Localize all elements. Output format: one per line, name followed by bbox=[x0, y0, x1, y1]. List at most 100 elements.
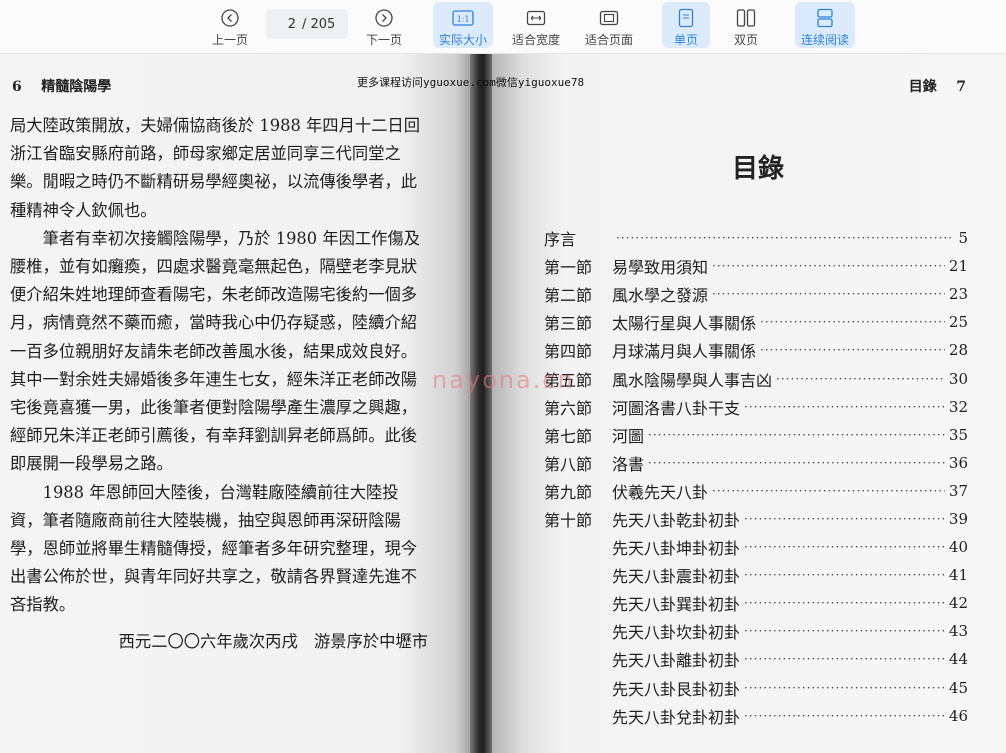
toc-leader-dots bbox=[744, 681, 945, 695]
toc-section: 第四節 bbox=[544, 342, 593, 362]
toc-row: 先天八卦巽卦初卦 42 bbox=[544, 589, 968, 617]
toc-entry-title: 先天八卦坤卦初卦 bbox=[612, 539, 741, 559]
left-page-header: 6 精髓陰陽學 bbox=[12, 76, 111, 96]
right-running-title: 目錄 bbox=[908, 79, 937, 95]
left-page-number: 6 bbox=[12, 79, 22, 95]
toc-row: 第五節風水陰陽學與人事吉凶30 bbox=[544, 364, 968, 392]
fit-width-button[interactable]: 适合宽度 bbox=[507, 2, 565, 48]
toc-row: 第四節月球滿月與人事關係 28 bbox=[544, 336, 968, 364]
toc-section: 序言 bbox=[544, 230, 577, 250]
toc-page-number: 36 bbox=[948, 453, 968, 472]
toc-page-number: 45 bbox=[948, 678, 968, 697]
toc-leader-dots bbox=[744, 652, 945, 666]
single-page-label: 单页 bbox=[673, 33, 698, 47]
left-running-title: 精髓陰陽學 bbox=[41, 79, 112, 95]
next-page-button[interactable]: 下一页 bbox=[359, 2, 409, 48]
toc-entry-title: 先天八卦震卦初卦 bbox=[612, 567, 741, 587]
paragraph-1: 局大陸政策開放，夫婦倆協商後於 1988 年四月十二日回浙江省臨安縣府前路，師母… bbox=[10, 116, 420, 220]
toc-section: 第八節 bbox=[544, 454, 593, 474]
toc-row: 先天八卦離卦初卦 44 bbox=[544, 645, 968, 673]
toc-leader-dots bbox=[744, 540, 945, 554]
toc-entry-title: 先天八卦坎卦初卦 bbox=[612, 623, 741, 643]
toc-row: 先天八卦兌卦初卦 46 bbox=[544, 702, 968, 730]
continuous-reading-label: 连续阅读 bbox=[800, 33, 849, 47]
toc-leader-dots bbox=[760, 315, 945, 329]
toc-entry-title: 洛書 bbox=[612, 454, 645, 474]
center-watermark: nayona.cn bbox=[432, 366, 575, 394]
fit-page-button[interactable]: 适合页面 bbox=[580, 2, 638, 48]
current-page-input[interactable] bbox=[266, 16, 296, 32]
toc-leader-dots bbox=[744, 568, 945, 582]
toc-row: 第十節先天八卦乾卦初卦 39 bbox=[544, 505, 968, 533]
toc-page-number: 30 bbox=[948, 369, 968, 388]
toc-row: 第七節河圖 35 bbox=[544, 421, 968, 449]
toc-leader-dots bbox=[760, 343, 945, 357]
page-number-box: / 205 bbox=[266, 9, 348, 39]
actual-size-button[interactable]: 1:1 实际大小 bbox=[433, 2, 493, 48]
toc-page-number: 43 bbox=[948, 622, 968, 641]
toc-row: 先天八卦坎卦初卦 43 bbox=[544, 617, 968, 645]
toc-leader-dots bbox=[744, 709, 945, 723]
toc-entry-title: 先天八卦艮卦初卦 bbox=[612, 679, 741, 699]
total-pages: / 205 bbox=[302, 16, 336, 32]
toc-row: 先天八卦坤卦初卦 40 bbox=[544, 533, 968, 561]
prev-page-button[interactable]: 上一页 bbox=[205, 2, 255, 48]
toc-entry-title: 易學致用須知 bbox=[612, 258, 709, 278]
toc-entry-title: 先天八卦巽卦初卦 bbox=[612, 595, 741, 615]
toc-row: 第九節伏羲先天八卦 37 bbox=[544, 477, 968, 505]
toc-page-number: 35 bbox=[948, 425, 968, 444]
toc-leader-dots bbox=[712, 259, 945, 273]
paragraph-3: 1988 年恩師回大陸後，台灣鞋廠陸續前往大陸投資，筆者隨廠商前往大陸裝機，抽空… bbox=[10, 482, 418, 615]
preface-signature: 西元二〇〇六年歲次丙戌 游景序於中壢市 bbox=[118, 631, 428, 651]
toc-section: 第十節 bbox=[544, 510, 593, 530]
toc-page-number: 46 bbox=[948, 706, 968, 725]
actual-size-label: 实际大小 bbox=[438, 33, 487, 47]
toc-section: 第三節 bbox=[544, 314, 593, 334]
toc-page-number: 5 bbox=[958, 229, 968, 248]
toc-section: 第一節 bbox=[544, 258, 593, 278]
toc-section: 第二節 bbox=[544, 286, 593, 306]
fit-page-icon bbox=[599, 6, 619, 29]
toc-leader-dots bbox=[744, 512, 945, 526]
toc-leader-dots bbox=[712, 484, 945, 498]
right-page-header: 目錄 7 bbox=[909, 76, 966, 96]
toc-leader-dots bbox=[744, 400, 945, 414]
toc-page-number: 39 bbox=[948, 509, 968, 528]
toc-row: 先天八卦艮卦初卦 45 bbox=[544, 674, 968, 702]
double-page-button[interactable]: 双页 bbox=[722, 2, 770, 48]
toc-section: 第七節 bbox=[544, 426, 593, 446]
continuous-reading-button[interactable]: 连续阅读 bbox=[795, 2, 855, 48]
viewer-toolbar: 上一页 / 205 下一页 1:1 实际大小 适合宽度 适合页面 单页 bbox=[0, 0, 1006, 54]
toc-page-number: 21 bbox=[948, 257, 968, 276]
toc-entry-title: 河圖 bbox=[612, 426, 645, 446]
toc-row: 序言 5 bbox=[544, 224, 968, 252]
toc-row: 第一節易學致用須知 21 bbox=[544, 252, 968, 280]
toc-page-number: 44 bbox=[948, 650, 968, 669]
paragraph-2: 筆者有幸初次接觸陰陽學，乃於 1980 年因工作傷及腰椎，並有如癱瘓，四處求醫竟… bbox=[10, 228, 421, 474]
toc-page-number: 40 bbox=[948, 538, 968, 557]
next-page-label: 下一页 bbox=[365, 33, 402, 47]
right-page-number: 7 bbox=[956, 79, 966, 95]
top-watermark: 更多课程访问yguoxue.com微信yiguoxue78 bbox=[357, 76, 585, 89]
double-page-label: 双页 bbox=[733, 33, 758, 47]
toc-page-number: 41 bbox=[948, 566, 968, 585]
toc-leader-dots bbox=[776, 372, 945, 386]
toc-section: 第九節 bbox=[544, 482, 593, 502]
toc-page-number: 25 bbox=[948, 313, 968, 332]
toc-page-number: 32 bbox=[948, 397, 968, 416]
prev-page-label: 上一页 bbox=[211, 33, 248, 47]
left-page-body: 局大陸政策開放，夫婦倆協商後於 1988 年四月十二日回浙江省臨安縣府前路，師母… bbox=[10, 112, 430, 656]
single-page-button[interactable]: 单页 bbox=[662, 2, 710, 48]
toc-page-number: 42 bbox=[948, 594, 968, 613]
toc-entry-title: 河圖洛書八卦干支 bbox=[612, 398, 741, 418]
toc-leader-dots bbox=[648, 428, 945, 442]
toc-leader-dots bbox=[744, 596, 945, 610]
right-page: 目錄 7 目錄 序言 5 第一節易學致用須知 21 第二節風水學之發源 23 第三節太陽行星… bbox=[492, 54, 1006, 753]
toc-entry-title: 先天八卦離卦初卦 bbox=[612, 651, 741, 671]
toc-entry-title: 伏羲先天八卦 bbox=[612, 482, 709, 502]
toc-row: 先天八卦震卦初卦 41 bbox=[544, 561, 968, 589]
toc-entry-title: 風水學之發源 bbox=[612, 286, 709, 306]
fit-width-icon bbox=[526, 6, 546, 29]
toc-entry-title: 太陽行星與人事關係 bbox=[612, 314, 757, 334]
toc-entry-title: 風水陰陽學與人事吉凶 bbox=[612, 370, 773, 390]
